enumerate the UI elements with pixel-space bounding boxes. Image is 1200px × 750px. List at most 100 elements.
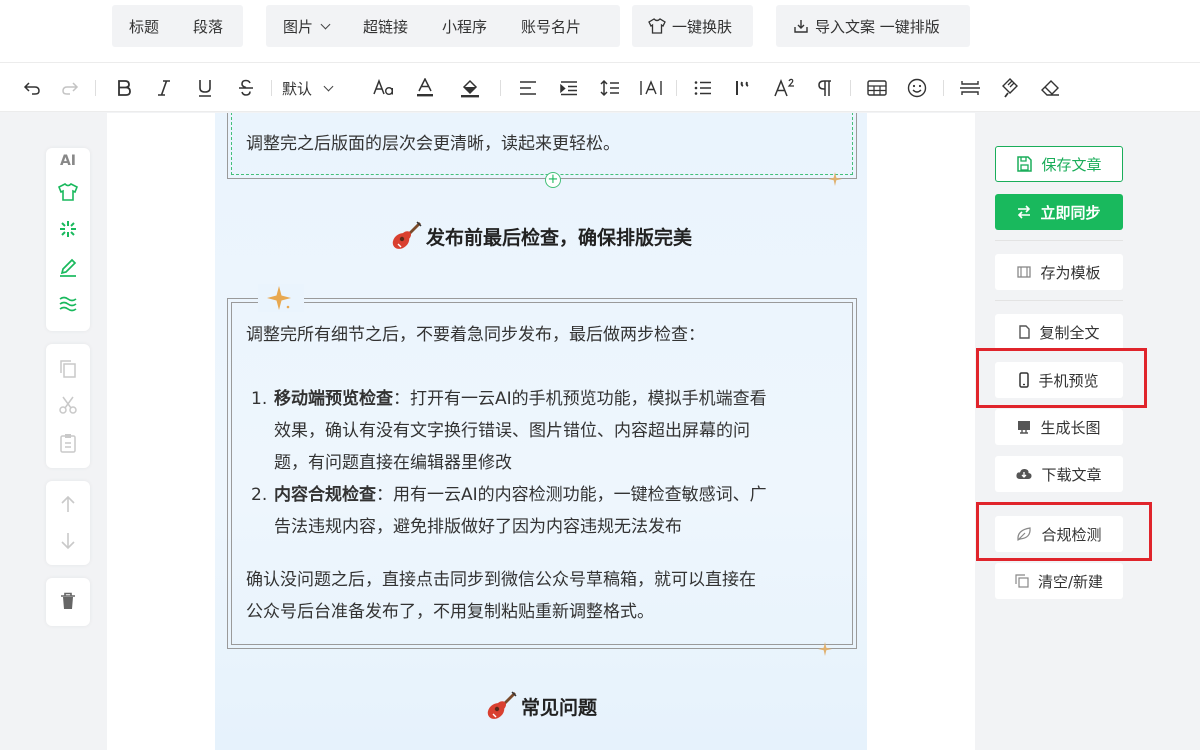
highlight-box-mobile-preview [976,348,1147,408]
menu-image-label: 图片 [283,17,314,36]
ai-skin-icon[interactable] [46,177,90,207]
table-icon[interactable] [863,74,891,102]
copy-icon [1015,574,1029,588]
intro-paragraph[interactable]: 调整完所有细节之后，不要着急同步发布，最后做两步检查： [246,319,846,351]
outro-paragraph[interactable]: 确认没问题之后，直接点击同步到微信公众号草稿箱，就可以直接在 公众号后台准备发布… [246,564,846,628]
ai-pen-icon[interactable] [46,252,90,282]
copy-icon[interactable] [46,354,90,384]
step-text: 内容合规检查：用有一云AI的内容检测功能，一键检查敏感词、广 告法违规内容，避免… [274,479,854,543]
strikethrough-icon[interactable] [232,74,260,102]
menu-paragraph[interactable]: 段落 [176,5,240,47]
cloud-download-icon [1016,468,1033,479]
film-icon [1017,266,1032,278]
ai-sparkle-icon[interactable] [46,214,90,244]
divider-icon[interactable] [956,74,984,102]
copy-all-button[interactable]: 复制全文 [995,314,1123,350]
outro-line: 公众号后台准备发布了，不用复制粘贴重新调整格式。 [246,602,654,622]
sync-now-button[interactable]: 立即同步 [995,194,1123,230]
step-line: 效果，确认有没有文字换行错误、图片错位、内容超出屏幕的问 [274,421,750,441]
outro-line: 确认没问题之后，直接点击同步到微信公众号草稿箱，就可以直接在 [246,570,756,590]
clear-new-button[interactable]: 清空/新建 [995,563,1123,599]
save-icon [1017,156,1033,172]
section-heading-text: 发布前最后检查，确保排版完美 [425,226,692,249]
save-template-button[interactable]: 存为模板 [995,254,1123,290]
letter-spacing-icon[interactable] [637,74,665,102]
ai-label: AI [59,153,77,169]
generate-long-image-button[interactable]: 生成长图 [995,409,1123,445]
italic-icon[interactable] [150,74,178,102]
indent-icon[interactable] [555,74,583,102]
menu-import-content: 导入文案 一键排版 [776,5,940,47]
menu-import-button[interactable]: 导入文案 一键排版 [776,5,970,47]
menu-mini-program[interactable]: 小程序 [425,5,504,47]
bold-icon[interactable] [110,74,138,102]
align-left-icon[interactable] [514,74,542,102]
eraser-icon[interactable] [1036,74,1064,102]
menu-group-insert: 图片 超链接 小程序 账号名片 [266,5,620,47]
undo-icon[interactable] [18,74,46,102]
menu-hyperlink[interactable]: 超链接 [346,5,425,47]
clear-new-label: 清空/新建 [1037,572,1104,591]
article-content: 调整完之后版面的层次会更清晰，读起来更轻松。 + 发布前最后检查，确保排版完美 … [215,113,867,750]
redo-icon[interactable] [56,74,84,102]
generate-long-image-label: 生成长图 [1040,418,1101,437]
list-icon[interactable] [689,74,717,102]
underline-icon[interactable] [191,74,219,102]
download-article-button[interactable]: 下载文章 [995,456,1123,492]
guitar-icon [487,691,517,719]
sparkle-icon [828,172,842,186]
step-line: ：打开有一云AI的手机预览功能，模拟手机端查看 [393,389,767,409]
step-line: ：用有一云AI的内容检测功能，一键检查敏感词、广 [376,485,767,505]
tshirt-icon [648,18,666,34]
step-number: 1. [251,389,268,409]
line-height-icon[interactable] [596,74,624,102]
save-article-label: 保存文章 [1041,155,1102,174]
format-painter-icon[interactable] [996,74,1024,102]
document-icon [1019,325,1031,339]
previous-paragraph[interactable]: 调整完之后版面的层次会更清晰，读起来更轻松。 [246,128,620,160]
menu-account-card[interactable]: 账号名片 [504,5,598,47]
menu-image[interactable]: 图片 [266,5,346,47]
menu-skin-content: 一键换肤 [632,5,732,47]
step-line: 题，有问题直接在编辑器里修改 [274,453,512,473]
step-text: 移动端预览检查：打开有一云AI的手机预览功能，模拟手机端查看 效果，确认有没有文… [274,383,854,479]
sparkle-icon [818,642,832,656]
superscript-icon[interactable] [771,74,799,102]
arrow-up-icon[interactable] [46,489,90,519]
save-article-button[interactable]: 保存文章 [995,146,1123,182]
left-delete-tool-panel [46,578,90,626]
left-move-tool-panel [46,481,90,565]
highlight-icon[interactable] [456,74,484,102]
arrow-down-icon[interactable] [46,526,90,556]
check-steps-list[interactable]: 1. 移动端预览检查：打开有一云AI的手机预览功能，模拟手机端查看 效果，确认有… [246,383,846,543]
font-family-value: 默认 [282,79,313,98]
sync-now-label: 立即同步 [1040,203,1101,222]
section-heading-faq: 常见问题 [215,691,867,721]
quote-icon[interactable] [730,74,758,102]
previous-card: 调整完之后版面的层次会更清晰，读起来更轻松。 + [227,113,857,188]
menu-import-label: 导入文案 一键排版 [815,17,940,36]
trash-icon[interactable] [46,586,90,616]
menu-skin-button[interactable]: 一键换肤 [632,5,753,47]
paragraph-icon[interactable] [811,74,839,102]
save-template-label: 存为模板 [1040,263,1101,282]
final-check-card: 调整完所有细节之后，不要着急同步发布，最后做两步检查： 1. 移动端预览检查：打… [227,284,857,656]
section-heading-text: 常见问题 [520,696,597,719]
font-family-select[interactable]: 默认 [282,74,334,102]
top-menu-bar: 标题 段落 图片 超链接 小程序 账号名片 一键换肤 导入文案 一键排版 [0,0,1200,62]
font-color-icon[interactable] [411,74,439,102]
add-block-icon[interactable]: + [545,172,561,188]
paste-icon[interactable] [46,428,90,458]
menu-title[interactable]: 标题 [112,5,176,47]
step-title: 内容合规检查 [274,485,376,505]
emoji-icon[interactable] [903,74,931,102]
step-line: 告法违规内容，避免排版做好了因为内容违规无法发布 [274,517,682,537]
chevron-down-icon [320,19,331,29]
ai-wave-icon[interactable] [46,289,90,319]
card-badge [258,284,304,312]
font-size-icon[interactable] [370,74,398,102]
cut-icon[interactable] [46,390,90,420]
left-ai-tool-panel: AI [46,148,90,331]
import-icon [794,20,808,33]
step-item: 1. 移动端预览检查：打开有一云AI的手机预览功能，模拟手机端查看 效果，确认有… [246,383,846,479]
